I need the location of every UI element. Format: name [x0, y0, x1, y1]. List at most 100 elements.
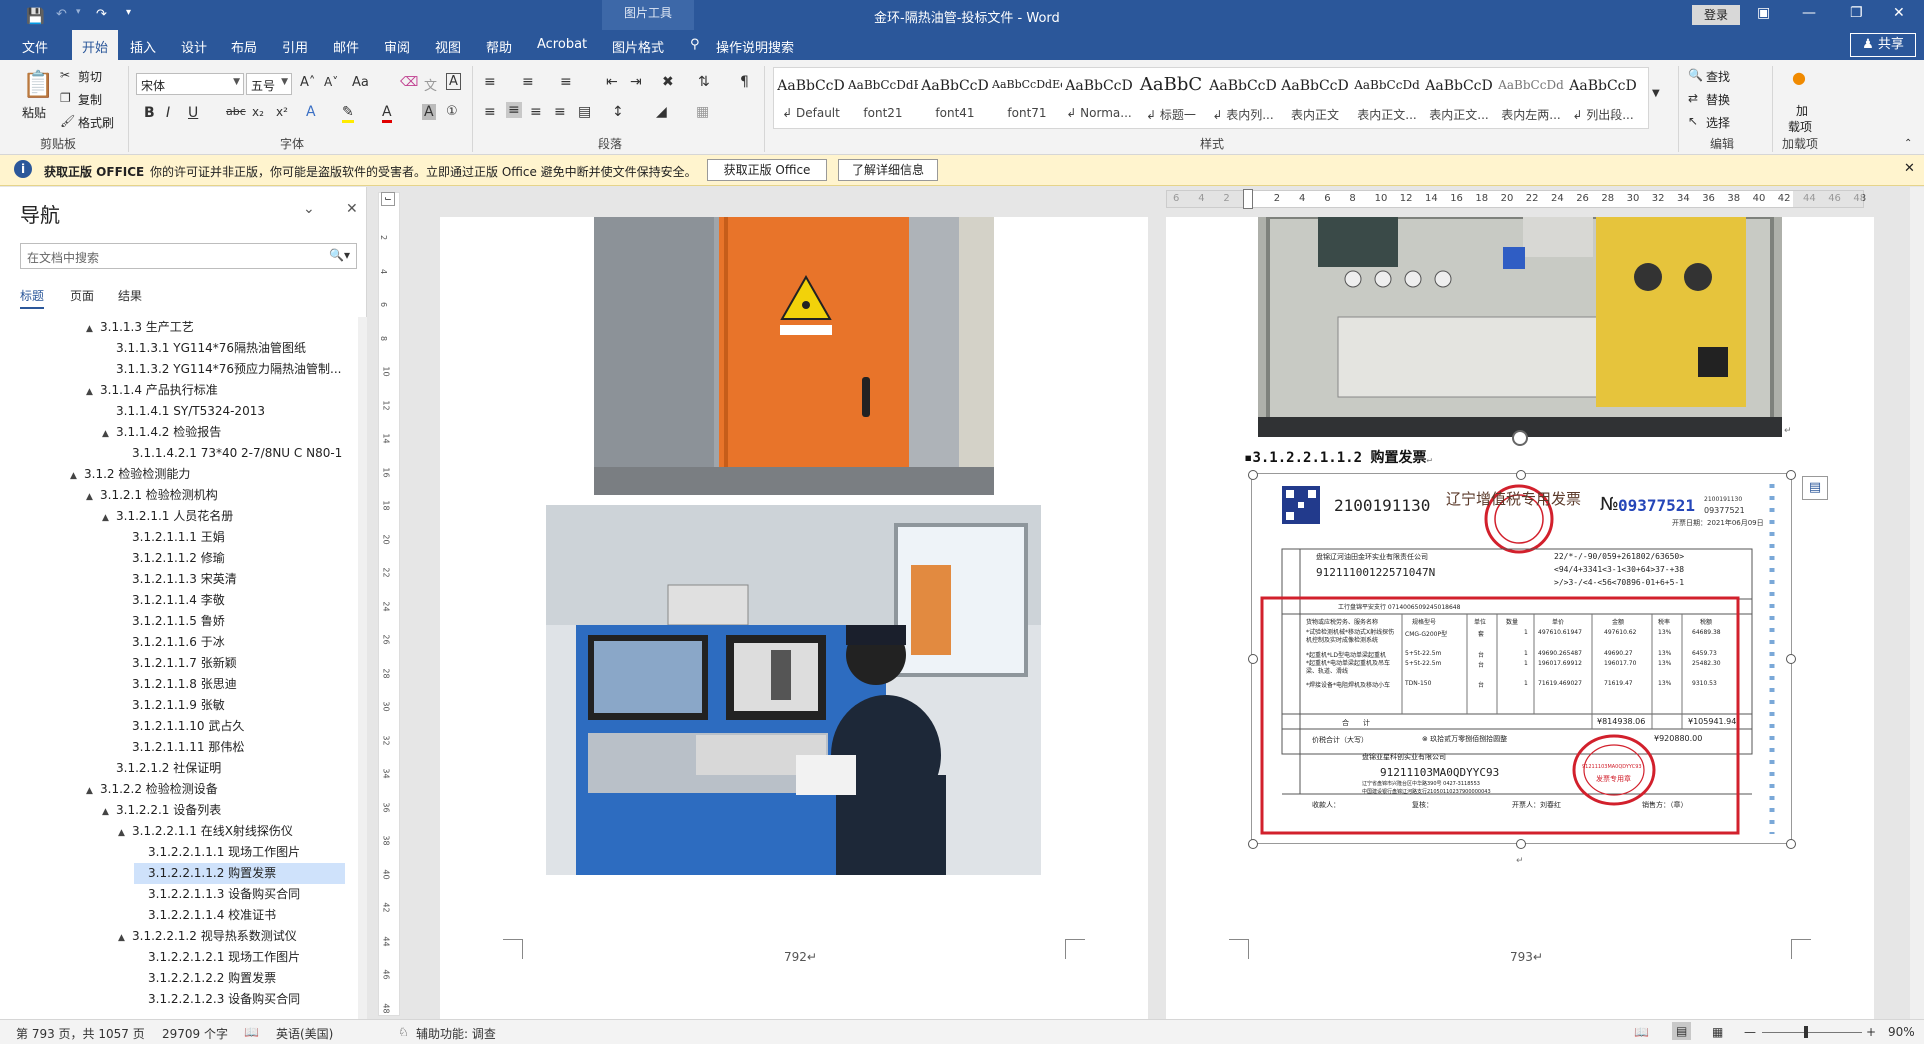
nav-outline-item[interactable]: ▲ 3.1.2.1.1 人员花名册	[102, 506, 233, 527]
paste-button[interactable]: 粘贴	[22, 104, 46, 121]
read-mode-icon[interactable]: 📖	[1634, 1025, 1649, 1039]
tab-home[interactable]: 开始	[72, 30, 119, 60]
nav-outline-item[interactable]: 3.1.2.2.1.1.1 现场工作图片	[134, 842, 300, 863]
collapse-triangle-icon[interactable]: ▲	[86, 781, 100, 802]
style-list-paragraph[interactable]: AaBbCcD ↲ 列出段...	[1568, 68, 1638, 128]
close-warning-icon[interactable]: ✕	[1904, 161, 1915, 176]
tab-review[interactable]: 审阅	[384, 37, 410, 56]
tab-file[interactable]: 文件	[22, 37, 48, 56]
style-font41[interactable]: AaBbCcD font41	[920, 68, 990, 128]
page-count-status[interactable]: 第 793 页，共 1057 页	[16, 1025, 145, 1042]
nav-options-icon[interactable]: ⌄	[303, 201, 315, 217]
tab-layout[interactable]: 布局	[231, 37, 257, 56]
collapse-triangle-icon[interactable]: ▲	[102, 424, 116, 445]
character-border-icon[interactable]: A	[446, 73, 461, 90]
grow-font-icon[interactable]: A˄	[300, 75, 315, 90]
numbering-icon[interactable]: ≡	[522, 74, 534, 90]
increase-indent-icon[interactable]: ⇥	[630, 74, 642, 90]
nav-outline-item[interactable]: ▲ 3.1.2.2 检验检测设备	[86, 779, 218, 800]
redo-icon[interactable]: ↷	[96, 7, 107, 22]
rotate-handle-icon[interactable]	[1512, 430, 1528, 446]
style-table-body-2[interactable]: AaBbCcDd 表内正文...	[1352, 68, 1422, 128]
addins-label-1[interactable]: 加	[1796, 102, 1808, 119]
nav-outline-item[interactable]: 3.1.2.1.2 社保证明	[102, 758, 221, 779]
resize-handle[interactable]	[1786, 654, 1796, 664]
nav-outline-item[interactable]: 3.1.1.4.1 SY/T5324-2013	[102, 401, 265, 422]
collapse-triangle-icon[interactable]: ▲	[70, 466, 84, 487]
nav-outline-item[interactable]: 3.1.2.2.1.1.3 设备购买合同	[134, 884, 300, 905]
share-button[interactable]: ♟ 共享	[1850, 33, 1916, 57]
nav-tab-headings[interactable]: 标题	[20, 287, 45, 309]
nav-outline-item[interactable]: 3.1.2.1.1.11 那伟松	[118, 737, 244, 758]
tab-design[interactable]: 设计	[181, 37, 207, 56]
find-icon[interactable]: 🔍	[1688, 68, 1703, 82]
character-shading-icon[interactable]: A	[422, 104, 436, 120]
language-status[interactable]: 英语(美国)	[276, 1025, 333, 1042]
nav-outline-item[interactable]: ▲ 3.1.1.4.2 检验报告	[102, 422, 221, 443]
styles-gallery[interactable]: AaBbCcD ↲ Default AaBbCcDdE font21 AaBbCcD…	[773, 67, 1649, 129]
align-center-icon[interactable]: ≡	[506, 102, 522, 118]
invoice-image[interactable]: 2100191130 辽宁增值税专用发票 № 09377521 21001911…	[1251, 473, 1792, 844]
collapse-ribbon-icon[interactable]: ⌃	[1904, 138, 1912, 149]
collapse-triangle-icon[interactable]: ▲	[118, 823, 132, 844]
bold-icon[interactable]: B	[144, 105, 155, 121]
resize-handle[interactable]	[1516, 470, 1526, 480]
zoom-in-icon[interactable]: +	[1866, 1025, 1876, 1039]
tab-insert[interactable]: 插入	[130, 37, 156, 56]
asian-layout-icon[interactable]: ✖	[662, 74, 674, 90]
align-left-icon[interactable]: ≡	[484, 104, 496, 120]
tab-view[interactable]: 视图	[435, 37, 461, 56]
get-genuine-office-button[interactable]: 获取正版 Office	[707, 159, 827, 181]
nav-outline-item[interactable]: 3.1.1.4.2.1 73*40 2-7/8NU C N80-1	[118, 443, 342, 464]
justify-icon[interactable]: ≡	[554, 104, 566, 120]
nav-outline-item[interactable]: 3.1.1.3.1 YG114*76隔热油管图纸	[102, 338, 306, 359]
nav-outline-item[interactable]: 3.1.2.1.1.4 李敬	[118, 590, 225, 611]
cut-button[interactable]: 剪切	[78, 68, 102, 85]
photo-xray-control-panel[interactable]	[1258, 217, 1782, 437]
resize-handle[interactable]	[1248, 470, 1258, 480]
font-size-combo[interactable]: 五号 ▼	[246, 73, 292, 95]
word-count-status[interactable]: 29709 个字	[162, 1025, 228, 1042]
select-button[interactable]: 选择	[1706, 114, 1730, 131]
nav-tab-results[interactable]: 结果	[118, 287, 142, 304]
customize-toolbar-icon[interactable]: ▾	[126, 7, 131, 18]
style-heading1[interactable]: AaBbC ↲ 标题一	[1136, 68, 1206, 128]
text-effects-icon[interactable]: A	[306, 104, 316, 120]
proofing-icon[interactable]: 📖	[244, 1025, 259, 1039]
format-painter-icon[interactable]: 🖌	[60, 114, 75, 128]
align-right-icon[interactable]: ≡	[530, 104, 542, 120]
nav-outline-item[interactable]: 3.1.2.1.1.5 鲁娇	[118, 611, 225, 632]
collapse-triangle-icon[interactable]: ▲	[102, 802, 116, 823]
font-color-icon[interactable]: A	[382, 104, 392, 123]
cut-icon[interactable]: ✂	[60, 68, 70, 82]
nav-outline-item[interactable]: 3.1.2.2.1.2.1 现场工作图片	[134, 947, 300, 968]
copy-icon[interactable]: ❐	[60, 91, 71, 105]
nav-outline-item[interactable]: 3.1.2.1.1.1 王娟	[118, 527, 225, 548]
show-marks-icon[interactable]: ¶	[740, 74, 749, 90]
nav-outline-item[interactable]: 3.1.2.1.1.7 张新颖	[118, 653, 237, 674]
collapse-triangle-icon[interactable]: ▲	[102, 508, 116, 529]
enclose-characters-icon[interactable]: ①	[446, 104, 458, 119]
minimize-icon[interactable]: —	[1802, 5, 1816, 21]
undo-icon[interactable]: ↶	[56, 7, 67, 22]
nav-outline-item[interactable]: ▲ 3.1.1.4 产品执行标准	[86, 380, 218, 401]
multilevel-list-icon[interactable]: ≡	[560, 74, 572, 90]
nav-outline-item[interactable]: 3.1.2.1.1.2 修瑜	[118, 548, 225, 569]
style-table-left[interactable]: AaBbCcDd 表内左两...	[1496, 68, 1566, 128]
tab-references[interactable]: 引用	[282, 37, 308, 56]
login-button[interactable]: 登录	[1692, 5, 1740, 25]
learn-more-button[interactable]: 了解详细信息	[838, 159, 938, 181]
tab-mailings[interactable]: 邮件	[333, 37, 359, 56]
style-table-column[interactable]: AaBbCcD ↲ 表内列...	[1208, 68, 1278, 128]
addins-label-2[interactable]: 载项	[1788, 118, 1812, 135]
resize-handle[interactable]	[1248, 839, 1258, 849]
zoom-out-icon[interactable]: —	[1744, 1025, 1756, 1039]
tab-selector-icon[interactable]: ⌙	[381, 192, 395, 206]
zoom-slider-thumb[interactable]	[1804, 1026, 1808, 1038]
distributed-icon[interactable]: ▤	[578, 104, 591, 120]
photo-xray-control-station[interactable]	[546, 505, 1041, 875]
close-nav-icon[interactable]: ✕	[346, 201, 358, 217]
search-icon[interactable]: 🔍▾	[329, 248, 350, 262]
resize-handle[interactable]	[1786, 470, 1796, 480]
style-font71[interactable]: AaBbCcDdEe font71	[992, 68, 1062, 128]
